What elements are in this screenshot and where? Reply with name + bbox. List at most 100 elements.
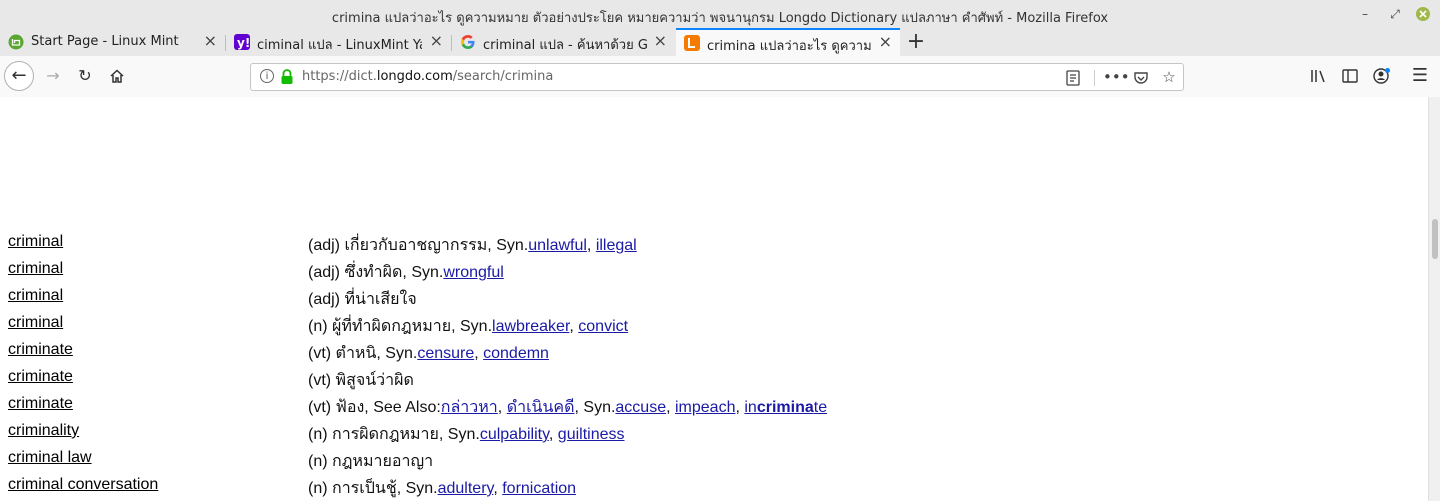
restore-icon[interactable]: ⤢ [1385, 4, 1405, 24]
page-scrollbar[interactable] [1428, 97, 1440, 501]
entry-term-link[interactable]: criminate [8, 341, 73, 359]
close-tab-icon[interactable]: × [204, 31, 217, 50]
tab-label: crimina แปลว่าอะไร ดูความหมาย [707, 39, 872, 54]
tab-longdo-active[interactable]: crimina แปลว่าอะไร ดูความหมาย × [676, 28, 900, 56]
synonym-link[interactable]: illegal [596, 237, 637, 254]
svg-text:y!: y! [237, 36, 250, 50]
definition-text: (adj) ซึ่งทำผิด, Syn. [308, 264, 444, 281]
entry-definition: (adj) ซึ่งทำผิด, Syn.wrongful [308, 260, 504, 285]
navigation-toolbar: ← → ↻ i https://dict.longdo.com/search/c… [0, 56, 1440, 98]
synonym-link[interactable]: culpability [480, 426, 549, 443]
account-icon[interactable] [1369, 63, 1395, 89]
entry-term-link[interactable]: criminal law [8, 449, 92, 467]
definition-text: (adj) เกี่ยวกับอาชญากรรม, Syn. [308, 237, 529, 254]
back-arrow-icon[interactable]: ← [4, 61, 34, 91]
tab-google[interactable]: criminal แปล - ค้นหาด้วย Google × [452, 28, 675, 56]
entry-definition: (adj) ที่น่าเสียใจ [308, 287, 417, 312]
entry-row: criminate (vt) ตำหนิ, Syn.censure, condem… [0, 341, 1428, 368]
term-rest: l law [59, 449, 92, 466]
reader-view-icon[interactable] [1063, 68, 1083, 90]
term-match: crimina [8, 233, 60, 250]
entry-definition: (vt) ตำหนิ, Syn.censure, condemn [308, 345, 549, 362]
synonym-link[interactable]: censure [417, 345, 474, 362]
entry-term-link[interactable]: criminal [8, 314, 63, 332]
entry-definition: (vt) พิสูจน์ว่าผิด [308, 368, 414, 393]
entry-definition: (vt) ฟ้อง, See Also:กล่าวหา, ดำเนินคดี, … [308, 399, 828, 416]
synonym-link[interactable]: adultery [438, 480, 494, 497]
pocket-icon[interactable] [1131, 68, 1151, 90]
definition-text: (n) กฎหมายอาญา [308, 453, 434, 470]
scrollbar-thumb[interactable] [1432, 219, 1438, 259]
google-favicon-icon [460, 34, 476, 50]
reload-icon[interactable]: ↻ [72, 63, 98, 89]
entry-term-link[interactable]: criminal [8, 287, 63, 305]
definition-text: (adj) ที่น่าเสียใจ [308, 291, 417, 308]
url-text[interactable]: https://dict.longdo.com/search/crimina [302, 69, 553, 84]
window-titlebar: crimina แปลว่าอะไร ดูความหมาย ตัวอย่างปร… [0, 0, 1440, 28]
entry-term-link[interactable]: criminate [8, 395, 73, 413]
bookmark-star-icon[interactable]: ☆ [1159, 68, 1179, 86]
entry-term-link[interactable]: criminality [8, 422, 79, 440]
synonym-link[interactable]: condemn [483, 345, 549, 362]
entry-term-link[interactable]: criminal [8, 260, 63, 278]
term-match: crimina [8, 368, 60, 385]
yahoo-favicon-icon: y! [234, 34, 250, 50]
tab-yahoo[interactable]: y! ciminal แปล - LinuxMint Yahoo × [226, 28, 451, 56]
synonym-link[interactable]: ดำเนินคดี [507, 399, 575, 416]
hamburger-menu-icon[interactable]: ☰ [1407, 63, 1433, 89]
url-prefix: https://dict. [302, 69, 377, 84]
entry-term-link[interactable]: criminal [8, 233, 63, 251]
longdo-favicon-icon [684, 35, 700, 51]
synonym-link[interactable]: convict [578, 318, 628, 335]
entry-definition: (n) ผู้ที่ทำผิดกฎหมาย, Syn.lawbreaker, c… [308, 318, 629, 335]
library-icon[interactable] [1306, 63, 1332, 89]
window-title: crimina แปลว่าอะไร ดูความหมาย ตัวอย่างปร… [331, 11, 1109, 26]
term-rest: l [59, 233, 64, 250]
term-match: crimina [8, 260, 60, 277]
linux-mint-favicon-icon [8, 34, 24, 50]
close-tab-icon[interactable]: × [654, 31, 667, 50]
forward-arrow-icon[interactable]: → [40, 63, 66, 89]
tab-start-page[interactable]: Start Page - Linux Mint × [0, 28, 225, 56]
term-rest: l [59, 260, 64, 277]
tab-label: ciminal แปล - LinuxMint Yahoo [257, 38, 422, 53]
synonym-link[interactable]: incriminate [744, 399, 827, 416]
entry-definition: (n) การผิดกฎหมาย, Syn.culpability, guilt… [308, 426, 625, 443]
new-tab-icon[interactable]: + [905, 29, 927, 54]
synonym-link[interactable]: unlawful [528, 237, 587, 254]
close-tab-icon[interactable]: × [430, 31, 443, 50]
term-match: crimina [8, 476, 60, 493]
synonym-link[interactable]: fornication [502, 480, 576, 497]
term-rest: te [59, 395, 73, 412]
tab-label: criminal แปล - ค้นหาด้วย Google [483, 38, 648, 53]
url-bar[interactable]: i https://dict.longdo.com/search/crimina… [250, 63, 1184, 91]
synonym-link[interactable]: impeach [675, 399, 735, 416]
synonym-part: te [813, 399, 828, 416]
synonym-link[interactable]: accuse [615, 399, 666, 416]
entry-row: criminate (vt) พิสูจน์ว่าผิด [0, 368, 1428, 395]
term-rest: l [59, 314, 64, 331]
secure-lock-icon[interactable] [280, 69, 294, 85]
definition-text: , Syn. [574, 399, 616, 416]
site-info-icon[interactable]: i [260, 69, 274, 83]
term-rest: lity [59, 422, 80, 439]
entry-row: criminal conversation (n) การเป็นชู้, Syn… [0, 476, 1428, 501]
synonym-link[interactable]: lawbreaker [492, 318, 569, 335]
definition-text: (vt) ตำหนิ, Syn. [308, 345, 418, 362]
term-match: crimina [8, 449, 60, 466]
page-content: criminal (adj) เกี่ยวกับอาชญากรรม, Syn.un… [0, 97, 1428, 501]
term-match: crimina [8, 287, 60, 304]
page-actions-icon[interactable]: ••• [1103, 68, 1130, 86]
entry-row: criminal law (n) กฎหมายอาญา [0, 449, 1428, 476]
synonym-link[interactable]: wrongful [443, 264, 503, 281]
entry-term-link[interactable]: criminate [8, 368, 73, 386]
sidebar-icon[interactable] [1337, 63, 1363, 89]
close-window-icon[interactable] [1413, 4, 1433, 24]
close-tab-icon[interactable]: × [879, 32, 892, 51]
entry-term-link[interactable]: criminal conversation [8, 476, 158, 494]
home-icon[interactable] [104, 63, 130, 89]
minimize-icon[interactable]: – [1355, 4, 1375, 24]
urlbar-divider [1094, 70, 1095, 86]
synonym-link[interactable]: guiltiness [558, 426, 625, 443]
synonym-link[interactable]: กล่าวหา [441, 399, 498, 416]
